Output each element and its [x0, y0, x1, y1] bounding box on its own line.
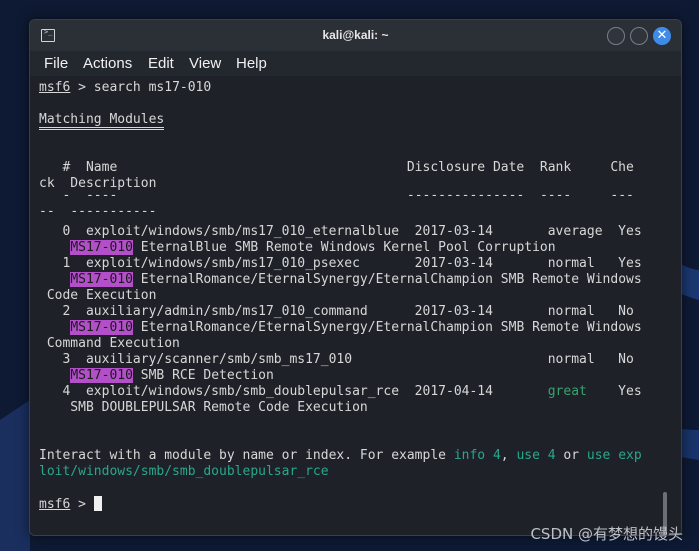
- module-row-0[interactable]: 0 exploit/windows/smb/ms17_010_eternalbl…: [39, 224, 641, 239]
- module-description: MS17-010 EternalRomance/EternalSynergy/E…: [70, 320, 642, 335]
- maximize-button[interactable]: [630, 27, 648, 45]
- info-4-link[interactable]: info 4: [454, 448, 501, 463]
- command-text: search ms17-010: [93, 80, 212, 95]
- interact-hint: Interact with a module by name or index.…: [39, 448, 642, 463]
- module-row-3[interactable]: 3 auxiliary/scanner/smb/smb_ms17_010 nor…: [39, 352, 633, 367]
- terminal-window: >_ kali@kali: ~ ✕ File Actions Edit View…: [29, 19, 682, 536]
- module-row-2[interactable]: 2 auxiliary/admin/smb/ms17_010_command 2…: [39, 304, 633, 319]
- table-row: 2 auxiliary/admin/smb/ms17_010_command 2…: [39, 304, 633, 320]
- module-row-4[interactable]: 4 exploit/windows/smb/smb_doublepulsar_r…: [39, 384, 548, 399]
- minimize-button[interactable]: [607, 27, 625, 45]
- close-icon: ✕: [656, 28, 668, 43]
- module-description-wrap: Code Execution: [39, 288, 157, 303]
- menu-actions[interactable]: Actions: [83, 55, 132, 72]
- rank-great: great: [547, 384, 587, 399]
- module-description: SMB DOUBLEPULSAR Remote Code Execution: [39, 400, 368, 415]
- table-header-line-1: # Name Disclosure Date Rank Che: [39, 160, 634, 175]
- table-rule-line-1: - ---- --------------- ---- ---: [62, 188, 634, 203]
- title-bar[interactable]: >_ kali@kali: ~ ✕: [30, 20, 681, 51]
- use-module-link[interactable]: use exp: [587, 448, 642, 463]
- table-rule-line-2: -- -----------: [39, 204, 157, 219]
- ms17-010-highlight: MS17-010: [70, 368, 133, 383]
- menu-help[interactable]: Help: [236, 55, 267, 72]
- table-row: 3 auxiliary/scanner/smb/smb_ms17_010 nor…: [39, 352, 633, 368]
- ms17-010-highlight: MS17-010: [70, 240, 133, 255]
- module-description: MS17-010 SMB RCE Detection: [70, 368, 274, 383]
- table-row: 1 exploit/windows/smb/ms17_010_psexec 20…: [39, 256, 641, 272]
- module-description: MS17-010 EternalBlue SMB Remote Windows …: [70, 240, 556, 255]
- close-button[interactable]: ✕: [653, 27, 671, 45]
- table-row: 0 exploit/windows/smb/ms17_010_eternalbl…: [39, 224, 641, 240]
- table-row: 4 exploit/windows/smb/smb_doublepulsar_r…: [39, 384, 642, 399]
- menu-bar: File Actions Edit View Help: [30, 51, 681, 76]
- ms17-010-highlight: MS17-010: [70, 320, 133, 335]
- interact-hint-wrap: loit/windows/smb/smb_doublepulsar_rce: [39, 464, 329, 480]
- input-line[interactable]: msf6 >: [39, 496, 102, 512]
- watermark: CSDN @有梦想的馒头: [530, 525, 683, 543]
- menu-edit[interactable]: Edit: [148, 55, 174, 72]
- window-title: kali@kali: ~: [322, 28, 389, 42]
- menu-view[interactable]: View: [189, 55, 221, 72]
- use-4-link[interactable]: use 4: [516, 448, 555, 463]
- terminal-output[interactable]: msf6 > search ms17-010 Matching Modules …: [30, 76, 681, 535]
- use-module-link-cont[interactable]: loit/windows/smb/smb_doublepulsar_rce: [39, 464, 329, 479]
- prompt: msf6: [39, 80, 71, 95]
- menu-file[interactable]: File: [44, 55, 68, 72]
- section-title: Matching Modules: [39, 112, 165, 130]
- text-cursor: [93, 496, 102, 511]
- ms17-010-highlight: MS17-010: [70, 272, 133, 287]
- module-description: MS17-010 EternalRomance/EternalSynergy/E…: [70, 272, 642, 287]
- module-row-1[interactable]: 1 exploit/windows/smb/ms17_010_psexec 20…: [39, 256, 641, 271]
- prompt: msf6: [39, 497, 71, 512]
- command-line: msf6 > search ms17-010: [39, 80, 212, 95]
- module-description-wrap: Command Execution: [39, 336, 180, 351]
